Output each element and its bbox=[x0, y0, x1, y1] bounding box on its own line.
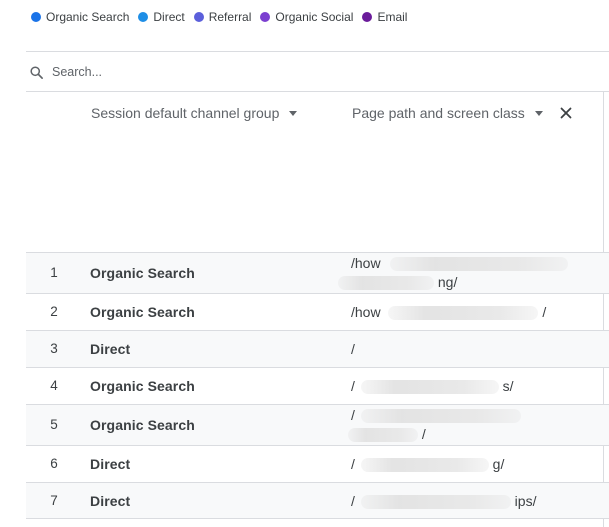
channel-group-cell: Organic Search bbox=[90, 304, 195, 320]
data-table: 1 Organic Search /how ng/ 2 Organic Sear… bbox=[26, 252, 609, 519]
row-number: 7 bbox=[50, 493, 58, 508]
row-number: 1 bbox=[50, 265, 58, 280]
redacted-text bbox=[338, 276, 434, 291]
search-bar bbox=[26, 52, 609, 92]
legend-item-organic-search[interactable]: Organic Search bbox=[31, 10, 129, 24]
search-icon[interactable] bbox=[29, 65, 44, 80]
legend-dot-icon bbox=[260, 12, 271, 22]
channel-group-cell: Direct bbox=[90, 493, 131, 509]
table-row[interactable]: 5 Organic Search / / bbox=[26, 404, 609, 445]
legend-dot-icon bbox=[138, 12, 149, 22]
redacted-text bbox=[360, 380, 499, 395]
row-number: 2 bbox=[50, 304, 58, 319]
page-path-cell-line2: ng/ bbox=[338, 274, 458, 291]
column-header-label: Session default channel group bbox=[91, 105, 280, 121]
legend-label: Organic Search bbox=[46, 10, 130, 24]
table-row[interactable]: 1 Organic Search /how ng/ bbox=[26, 252, 609, 293]
channel-group-cell: Direct bbox=[90, 456, 131, 472]
redacted-text bbox=[360, 495, 511, 510]
page-path-cell[interactable]: / bbox=[351, 341, 355, 357]
table-row[interactable]: 4 Organic Search / s/ bbox=[26, 367, 609, 404]
legend-label: Direct bbox=[153, 10, 185, 24]
table-row[interactable]: 7 Direct / ips/ bbox=[26, 482, 609, 519]
page-path-cell[interactable]: / bbox=[351, 407, 521, 424]
dropdown-arrow-icon[interactable] bbox=[289, 111, 298, 116]
table-header: Session default channel group Page path … bbox=[26, 92, 609, 252]
legend-dot-icon bbox=[362, 12, 373, 22]
page-path-text: / bbox=[351, 493, 355, 509]
legend-label: Referral bbox=[208, 10, 252, 24]
table-row[interactable]: 2 Organic Search /how / bbox=[26, 293, 609, 330]
redacted-text bbox=[360, 458, 489, 473]
row-number: 4 bbox=[50, 378, 58, 393]
page-path-cell[interactable]: /how / bbox=[351, 304, 547, 321]
page-path-text: /how bbox=[351, 255, 381, 271]
redacted-text bbox=[388, 306, 539, 321]
legend-label: Email bbox=[377, 10, 408, 24]
redacted-text bbox=[348, 428, 418, 443]
legend-item-email[interactable]: Email bbox=[362, 10, 407, 24]
legend-dot-icon bbox=[31, 12, 41, 22]
legend-dot-icon bbox=[193, 12, 204, 22]
row-number: 5 bbox=[50, 417, 58, 432]
page-path-text: g/ bbox=[492, 456, 505, 472]
page-path-cell[interactable]: / ips/ bbox=[351, 493, 537, 510]
chart-legend: Organic Search Direct Referral Organic S… bbox=[31, 9, 416, 25]
channel-group-cell: Organic Search bbox=[90, 265, 195, 281]
column-header-channel-group[interactable]: Session default channel group bbox=[91, 105, 298, 121]
channel-group-cell: Organic Search bbox=[90, 378, 195, 394]
column-header-page-path[interactable]: Page path and screen class bbox=[352, 105, 573, 121]
page-path-cell-line2: / bbox=[348, 426, 426, 443]
redacted-text bbox=[360, 409, 521, 424]
column-header-label: Page path and screen class bbox=[352, 105, 525, 121]
page-path-text: / bbox=[351, 407, 355, 423]
legend-item-organic-social[interactable]: Organic Social bbox=[260, 10, 353, 24]
dropdown-arrow-icon[interactable] bbox=[534, 111, 543, 116]
channel-group-cell: Organic Search bbox=[90, 417, 195, 433]
page-path-text: ng/ bbox=[437, 274, 458, 290]
search-input[interactable] bbox=[52, 65, 352, 79]
channel-group-cell: Direct bbox=[90, 341, 131, 357]
page-path-text: / bbox=[542, 304, 547, 320]
row-number: 3 bbox=[50, 341, 58, 356]
page-path-text: / bbox=[421, 426, 426, 442]
page-path-cell[interactable]: / s/ bbox=[351, 378, 514, 395]
page-path-cell[interactable]: /how bbox=[351, 255, 569, 272]
table-row[interactable]: 3 Direct / bbox=[26, 330, 609, 367]
page-path-cell[interactable]: / g/ bbox=[351, 456, 505, 473]
legend-item-direct[interactable]: Direct bbox=[138, 10, 185, 24]
page-path-text: /how bbox=[351, 304, 381, 320]
row-number: 6 bbox=[50, 456, 58, 471]
redacted-text bbox=[390, 257, 569, 272]
table-row[interactable]: 6 Direct / g/ bbox=[26, 445, 609, 482]
legend-item-referral[interactable]: Referral bbox=[193, 10, 252, 24]
legend-label: Organic Social bbox=[275, 10, 354, 24]
close-icon[interactable] bbox=[559, 106, 573, 120]
page-path-text: ips/ bbox=[514, 493, 537, 509]
page-path-text: s/ bbox=[502, 378, 514, 394]
page-path-text: / bbox=[351, 378, 355, 394]
page-path-text: / bbox=[351, 456, 355, 472]
